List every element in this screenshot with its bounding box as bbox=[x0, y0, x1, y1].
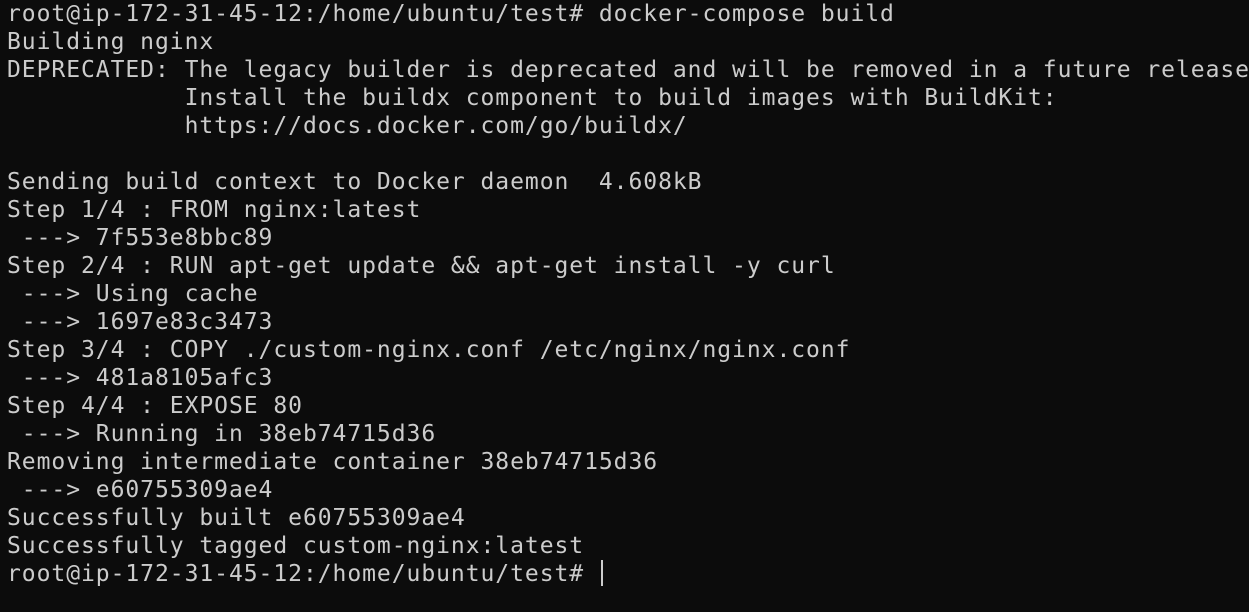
output-line: Building nginx bbox=[7, 29, 215, 55]
text-cursor bbox=[600, 560, 603, 586]
output-line: Removing intermediate container 38eb7471… bbox=[7, 449, 659, 475]
output-line: Successfully tagged custom-nginx:latest bbox=[7, 533, 585, 559]
output-line: Step 1/4 : FROM nginx:latest bbox=[7, 197, 422, 223]
output-line: ---> 481a8105afc3 bbox=[7, 365, 274, 391]
output-line: https://docs.docker.com/go/buildx/ bbox=[7, 113, 688, 139]
terminal-window[interactable]: root@ip-172-31-45-12:/home/ubuntu/test# … bbox=[0, 0, 1249, 612]
output-line: DEPRECATED: The legacy builder is deprec… bbox=[7, 57, 1249, 83]
prompt-line[interactable]: root@ip-172-31-45-12:/home/ubuntu/test# bbox=[7, 560, 1249, 588]
output-line: Step 2/4 : RUN apt-get update && apt-get… bbox=[7, 253, 836, 279]
output-line: ---> 1697e83c3473 bbox=[7, 309, 274, 335]
output-line: Sending build context to Docker daemon 4… bbox=[7, 169, 703, 195]
shell-prompt: root@ip-172-31-45-12:/home/ubuntu/test# bbox=[7, 561, 599, 587]
output-line: root@ip-172-31-45-12:/home/ubuntu/test# … bbox=[7, 1, 895, 27]
output-line: Successfully built e60755309ae4 bbox=[7, 505, 466, 531]
output-line: ---> e60755309ae4 bbox=[7, 477, 274, 503]
output-line: ---> Using cache bbox=[7, 281, 259, 307]
output-line: ---> Running in 38eb74715d36 bbox=[7, 421, 437, 447]
output-line: ---> 7f553e8bbc89 bbox=[7, 225, 274, 251]
output-line: Install the buildx component to build im… bbox=[7, 85, 1058, 111]
output-line: Step 3/4 : COPY ./custom-nginx.conf /etc… bbox=[7, 337, 851, 363]
output-line: Step 4/4 : EXPOSE 80 bbox=[7, 393, 303, 419]
